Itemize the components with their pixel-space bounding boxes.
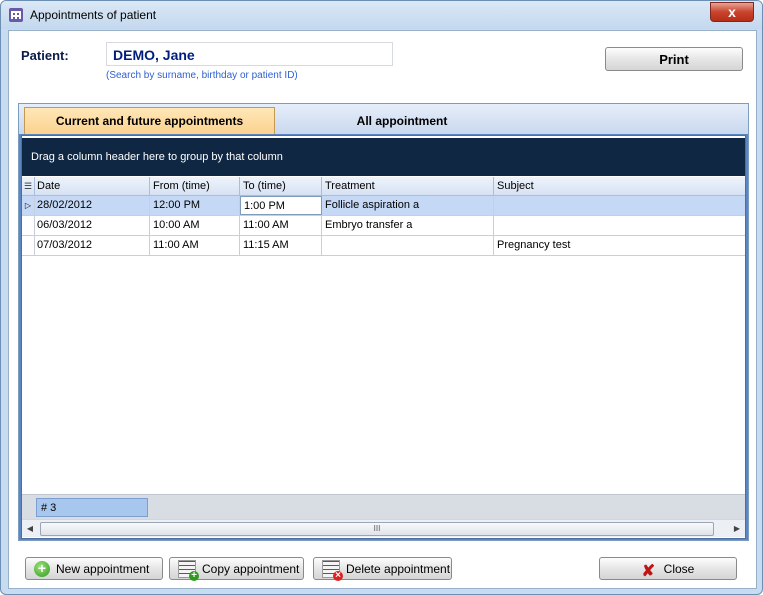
row-count-summary: # 3 [36,498,148,517]
group-by-panel[interactable]: Drag a column header here to group by th… [22,138,745,176]
copy-appointment-button[interactable]: Copy appointment [169,557,304,581]
cell-from[interactable]: 12:00 PM [150,196,240,215]
scroll-right-arrow-icon[interactable]: ▶ [729,520,745,537]
column-header-to[interactable]: To (time) [240,177,322,195]
cell-to[interactable]: 1:00 PM [240,196,322,215]
copy-appointment-label: Copy appointment [202,561,300,576]
window-title: Appointments of patient [30,8,157,22]
delete-appointment-button[interactable]: Delete appointment [313,557,452,581]
delete-appointment-label: Delete appointment [346,561,451,576]
cell-to[interactable]: 11:00 AM [240,216,322,235]
cell-to[interactable]: 11:15 AM [240,236,322,255]
window-close-button[interactable]: x [710,2,754,22]
appointments-grid: Drag a column header here to group by th… [21,135,746,539]
cell-subject[interactable]: Pregnancy test [494,236,745,255]
cell-date[interactable]: 06/03/2012 [34,216,150,235]
patient-search-input[interactable]: DEMO, Jane [106,42,393,66]
table-row[interactable]: ▷ 28/02/2012 12:00 PM 1:00 PM Follicle a… [22,196,745,216]
cell-subject[interactable] [494,196,745,215]
dialog-body: Patient: DEMO, Jane (Search by surname, … [8,30,757,589]
cell-from[interactable]: 10:00 AM [150,216,240,235]
calendar-icon [9,8,23,22]
cell-from[interactable]: 11:00 AM [150,236,240,255]
table-row[interactable]: 06/03/2012 10:00 AM 11:00 AM Embryo tran… [22,216,745,236]
close-button[interactable]: ✘ Close [599,557,737,580]
cell-treatment[interactable]: Follicle aspiration a [322,196,494,215]
column-header-date[interactable]: Date [34,177,150,195]
column-header-treatment[interactable]: Treatment [322,177,494,195]
copy-icon [178,559,199,581]
grid-header-row: ☰ Date From (time) To (time) Treatment S… [22,177,745,196]
add-icon [34,560,50,577]
scroll-thumb[interactable]: III [40,522,714,536]
tab-strip: Current and future appointments All appo… [19,104,748,134]
title-bar[interactable]: Appointments of patient x [1,1,762,29]
cell-treatment[interactable] [322,236,494,255]
grid-rows: ▷ 28/02/2012 12:00 PM 1:00 PM Follicle a… [22,196,745,256]
column-header-subject[interactable]: Subject [494,177,745,195]
tab-current-future[interactable]: Current and future appointments [24,107,275,134]
appointments-tab-control: Current and future appointments All appo… [18,103,749,541]
close-icon: ✘ [641,562,656,580]
column-header-from[interactable]: From (time) [150,177,240,195]
cell-date[interactable]: 07/03/2012 [34,236,150,255]
delete-icon [322,559,343,581]
cell-date[interactable]: 28/02/2012 [34,196,150,215]
patient-label: Patient: [21,48,69,63]
horizontal-scrollbar[interactable]: ◀ III ▶ [22,519,745,537]
grid-footer: # 3 [22,494,745,519]
table-row[interactable]: 07/03/2012 11:00 AM 11:15 AM Pregnancy t… [22,236,745,256]
tab-all-appointments[interactable]: All appointment [277,107,527,134]
new-appointment-label: New appointment [56,561,150,576]
new-appointment-button[interactable]: New appointment [25,557,163,580]
scroll-left-arrow-icon[interactable]: ◀ [22,520,38,537]
cell-treatment[interactable]: Embryo transfer a [322,216,494,235]
cell-subject[interactable] [494,216,745,235]
print-button[interactable]: Print [605,47,743,71]
close-label: Close [663,561,695,576]
appointments-window: Appointments of patient x Patient: DEMO,… [0,0,763,595]
patient-search-hint: (Search by surname, birthday or patient … [106,70,298,81]
